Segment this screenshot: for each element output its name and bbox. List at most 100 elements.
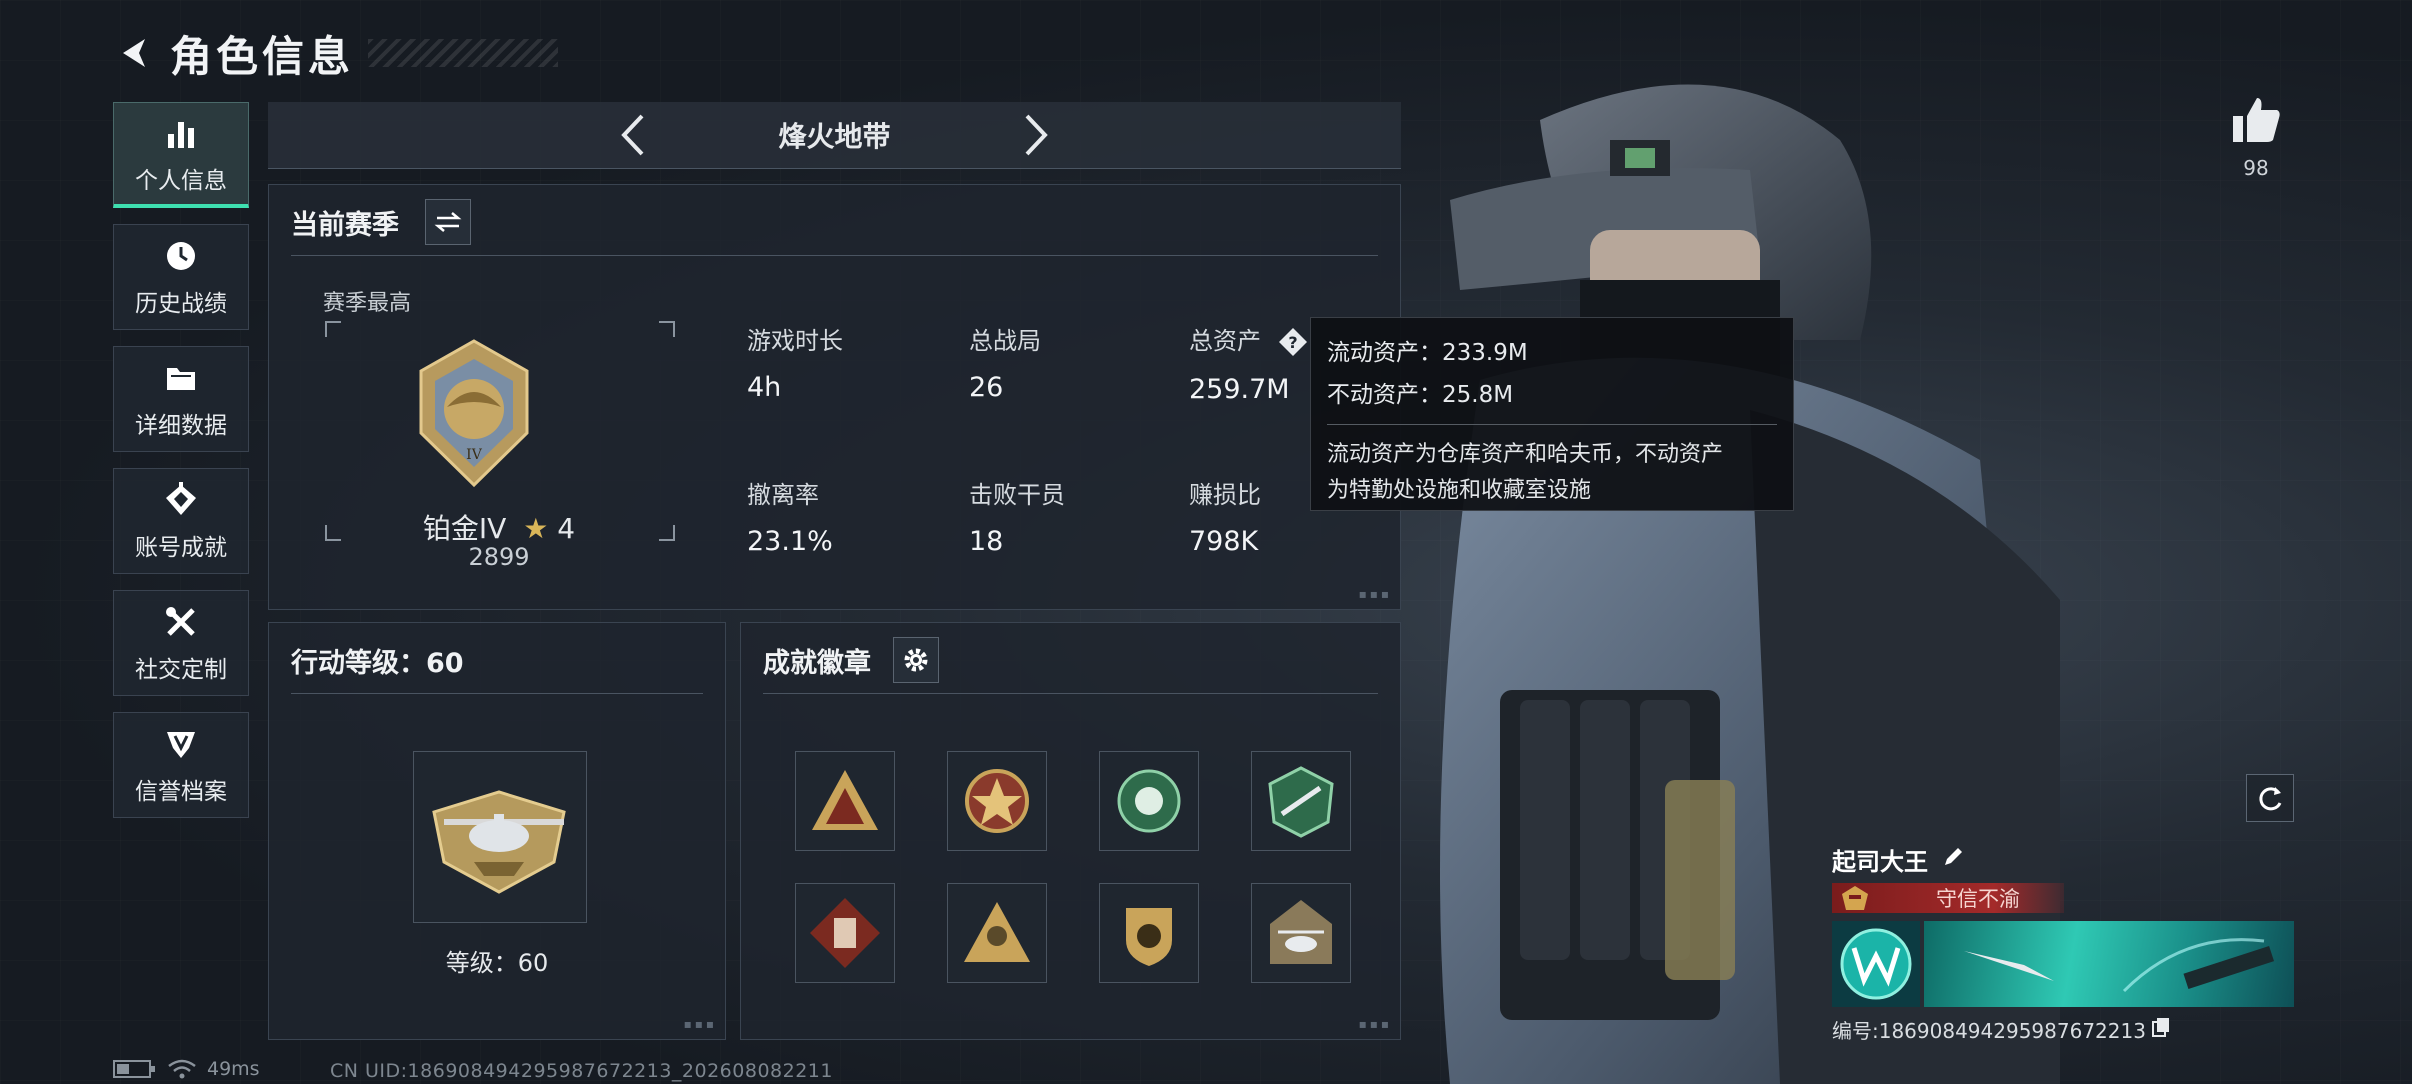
badge-shield-icon (1126, 908, 1172, 966)
nav-item-reputation[interactable]: 信誉档案 (113, 712, 249, 818)
reputation-icon (161, 724, 201, 764)
nav-item-history[interactable]: 历史战绩 (113, 224, 249, 330)
level-title: 行动等级：60 (291, 648, 464, 679)
rank-name: 铂金IV (422, 512, 507, 545)
divider (291, 255, 1378, 256)
mode-selector: 烽火地带 (268, 102, 1401, 169)
nav-label: 信誉档案 (135, 779, 227, 805)
header-decoration (368, 39, 559, 67)
star-icon: ★ (523, 512, 549, 545)
fixed-assets: 不动资产：25.8M (1327, 382, 1514, 408)
season-title: 当前赛季 (291, 210, 399, 241)
mode-title: 烽火地带 (778, 120, 891, 153)
achievement-badge[interactable] (1251, 751, 1351, 851)
stat-label: 总战局 (969, 327, 1041, 355)
achievement-badge[interactable] (795, 883, 895, 983)
bar-chart-icon (161, 113, 201, 153)
nav-item-personal-info[interactable]: 个人信息 (113, 102, 249, 208)
stat-extract-rate: 撤离率 23.1% (747, 475, 833, 557)
rank-name-row: 铂金IV ★ 4 (369, 507, 629, 547)
side-nav: 个人信息 历史战绩 详细数据 账号成就 社交定制 信誉档案 (113, 102, 251, 834)
stat-kills: 击败干员 18 (969, 475, 1065, 557)
edit-icon[interactable] (1942, 846, 1964, 874)
stat-total-matches: 总战局 26 (969, 321, 1041, 403)
stat-value: 23.1% (747, 526, 833, 557)
player-title-bar: 守信不渝 (1832, 883, 2064, 913)
badge-helicopter-icon (1270, 900, 1332, 964)
corner-decoration: ▪▪▪ (683, 1017, 717, 1031)
badge-rifle-icon (1268, 766, 1334, 838)
level-text: 等级：60 (445, 949, 549, 977)
next-mode-button[interactable] (1011, 110, 1061, 160)
like-button[interactable]: 98 (2226, 96, 2286, 180)
achievement-badge[interactable] (1251, 883, 1351, 983)
stat-play-time: 游戏时长 4h (747, 321, 843, 403)
back-arrow-icon (123, 39, 145, 67)
divider (763, 693, 1378, 694)
stat-value: 18 (969, 526, 1004, 557)
divider (291, 693, 703, 694)
rotate-model-button[interactable] (2246, 774, 2294, 822)
stat-label: 赚损比 (1189, 481, 1261, 509)
ping: 49ms (207, 1058, 260, 1080)
swap-icon (434, 212, 462, 232)
season-switch-button[interactable] (425, 199, 471, 245)
badge-soldier-icon (964, 902, 1030, 962)
tooltip-note-2: 为特勤处设施和收藏室设施 (1327, 478, 1592, 503)
badge-vest-icon (810, 898, 880, 968)
stat-label: 击败干员 (969, 481, 1065, 509)
nav-item-detailed-data[interactable]: 详细数据 (113, 346, 249, 452)
season-panel: 当前赛季 赛季最高 IV 铂金IV ★ 4 2899 游戏时长 4h 总战局 2… (268, 184, 1401, 610)
tools-icon (161, 602, 201, 642)
stat-label-row: 总资产 ? (1189, 321, 1309, 358)
player-id: 编号:186908494295987672213 (1832, 1019, 2146, 1043)
achievement-badge[interactable] (795, 751, 895, 851)
copy-icon[interactable] (2151, 1017, 2170, 1042)
player-banner[interactable] (1832, 921, 2294, 1007)
chevron-left-icon (621, 114, 644, 156)
stat-value: 26 (969, 372, 1004, 403)
folder-icon (161, 358, 201, 398)
svg-text:?: ? (1288, 333, 1297, 352)
corner-decoration: ▪▪▪ (1358, 587, 1392, 601)
player-id-row: 编号:186908494295987672213 (1832, 1015, 2294, 1044)
avatar-logo-icon (1840, 928, 1912, 1000)
stat-label: 总资产 (1189, 327, 1261, 355)
nav-label: 历史战绩 (135, 291, 227, 317)
player-name: 起司大王 (1832, 848, 1928, 876)
back-button[interactable] (110, 28, 160, 78)
rank-medal-icon: IV (419, 339, 529, 488)
achievement-badge[interactable] (947, 883, 1047, 983)
rank-score: 2899 (468, 543, 530, 571)
rank-stars: 4 (557, 512, 576, 545)
wifi-icon (168, 1059, 196, 1079)
achievement-badge[interactable] (1099, 883, 1199, 983)
nav-item-achievements[interactable]: 账号成就 (113, 468, 249, 574)
corner-decoration: ▪▪▪ (1358, 1017, 1392, 1031)
chevron-right-icon (1025, 114, 1048, 156)
achievements-settings-button[interactable] (893, 637, 939, 683)
nav-label: 个人信息 (135, 167, 227, 194)
status-bar: 49ms (113, 1058, 260, 1080)
badge-star-icon (965, 769, 1029, 833)
uid-text: CN UID:186908494295987672213_20260808221… (330, 1060, 833, 1082)
helicopter-emblem-icon (432, 790, 566, 894)
achievement-icon (161, 480, 201, 520)
stat-value: 798K (1189, 526, 1259, 557)
achievement-badge[interactable] (1099, 751, 1199, 851)
achievement-badge[interactable] (947, 751, 1047, 851)
page-title: 角色信息 (170, 31, 355, 81)
svg-text:IV: IV (466, 447, 483, 463)
gear-icon (904, 648, 928, 672)
help-icon[interactable]: ? (1277, 326, 1309, 358)
stat-label: 游戏时长 (747, 327, 843, 355)
prev-mode-button[interactable] (608, 110, 658, 160)
stat-label: 撤离率 (747, 481, 819, 509)
nav-item-social[interactable]: 社交定制 (113, 590, 249, 696)
player-title: 守信不渝 (1936, 887, 2020, 911)
history-clock-icon (161, 236, 201, 276)
avatar[interactable] (1832, 921, 1920, 1007)
achievements-title: 成就徽章 (763, 648, 871, 679)
like-count: 98 (2243, 156, 2269, 180)
season-best-label: 赛季最高 (323, 291, 412, 316)
